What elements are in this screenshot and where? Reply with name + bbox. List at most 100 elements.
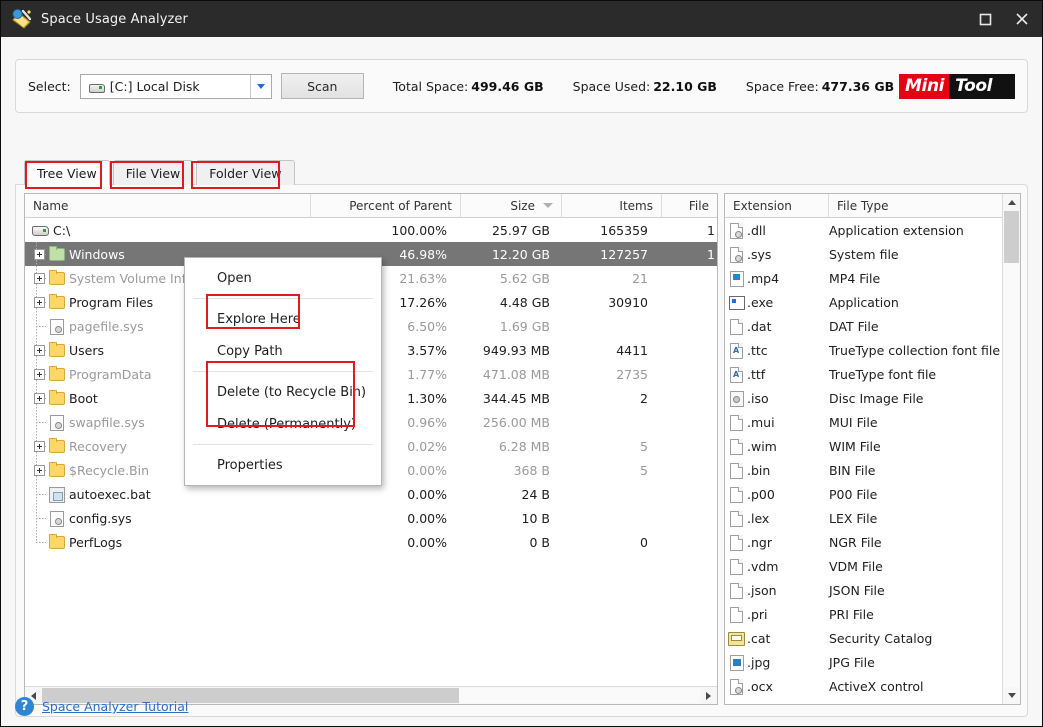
tree-row-items-cell: 5	[640, 438, 648, 454]
scan-button[interactable]: Scan	[280, 73, 364, 99]
folder-icon	[47, 530, 65, 554]
tree-indent	[31, 266, 47, 290]
list-item[interactable]: .mui MUI File	[725, 410, 1003, 434]
minitool-logo: Mini Tool	[899, 73, 1015, 99]
total-space-label: Total Space:	[392, 78, 469, 94]
expand-icon[interactable]	[33, 368, 45, 380]
tree-row-label: Windows	[69, 246, 125, 262]
tree-row-size-cell: 949.93 MB	[482, 342, 550, 358]
tree-indent	[31, 314, 47, 338]
column-header-items[interactable]: Items	[562, 194, 662, 217]
table-row[interactable]: PerfLogs 0.00% 0 B 0	[25, 530, 717, 554]
font-file-icon	[725, 362, 747, 386]
list-item[interactable]: .jpg JPG File	[725, 650, 1003, 674]
tree-row-label: ProgramData	[69, 366, 152, 382]
column-header-percent-of-parent[interactable]: Percent of Parent	[311, 194, 461, 217]
tree-row-size-cell: 344.45 MB	[482, 390, 550, 406]
system-file-icon	[725, 242, 747, 266]
column-header-name[interactable]: Name	[25, 194, 311, 217]
list-item[interactable]: .ocx ActiveX control	[725, 674, 1003, 698]
context-menu-item-open[interactable]: Open	[185, 262, 381, 294]
column-header-file[interactable]: File	[662, 194, 717, 217]
extension-label: .sys	[747, 246, 772, 262]
tree-row-name-cell: C:\	[25, 218, 311, 242]
column-header-file-type[interactable]: File Type	[829, 194, 1003, 217]
extension-vertical-scrollbar[interactable]	[1002, 194, 1020, 704]
list-item[interactable]: .pri PRI File	[725, 602, 1003, 626]
tab-tree-view[interactable]: Tree View	[24, 160, 110, 185]
list-item[interactable]: .bin BIN File	[725, 458, 1003, 482]
maximize-button[interactable]	[968, 1, 1002, 37]
folder-icon	[47, 242, 65, 266]
column-header-extension[interactable]: Extension	[725, 194, 829, 217]
list-item[interactable]: .vdm VDM File	[725, 554, 1003, 578]
scroll-down-arrow-icon[interactable]	[1003, 687, 1020, 704]
file-type-label: System file	[829, 246, 899, 262]
help-icon[interactable]: ?	[15, 697, 34, 716]
expand-icon[interactable]	[33, 272, 45, 284]
drive-select-value: [C:] Local Disk	[109, 78, 200, 94]
context-menu-item-delete-permanently[interactable]: Delete (Permanently)	[185, 408, 381, 440]
space-analyzer-tutorial-link[interactable]: Space Analyzer Tutorial	[42, 699, 188, 714]
extension-vscroll-track[interactable]	[1004, 211, 1019, 687]
file-type-label: PRI File	[829, 606, 874, 622]
list-item[interactable]: .mp4 MP4 File	[725, 266, 1003, 290]
extension-label: .ttf	[747, 366, 766, 382]
extension-label: .json	[747, 582, 777, 598]
file-type-label: MP4 File	[829, 270, 881, 286]
expand-icon[interactable]	[33, 248, 45, 260]
list-item[interactable]: .iso Disc Image File	[725, 386, 1003, 410]
list-item[interactable]: .ttc TrueType collection font file	[725, 338, 1003, 362]
list-item[interactable]: .ttf TrueType font file	[725, 362, 1003, 386]
drive-icon	[31, 218, 49, 242]
context-menu-item-copy-path[interactable]: Copy Path	[185, 335, 381, 367]
list-item[interactable]: .p00 P00 File	[725, 482, 1003, 506]
list-item[interactable]: .exe Application	[725, 290, 1003, 314]
table-row[interactable]: config.sys 0.00% 10 B	[25, 506, 717, 530]
tree-row-label: pagefile.sys	[69, 318, 144, 334]
expand-icon[interactable]	[33, 392, 45, 404]
tab-file-view[interactable]: File View	[112, 160, 194, 185]
blank-document-icon	[725, 314, 747, 338]
list-item[interactable]: .dat DAT File	[725, 314, 1003, 338]
extension-label: .ngr	[747, 534, 772, 550]
extension-vscroll-thumb[interactable]	[1004, 211, 1019, 263]
file-type-label: Disc Image File	[829, 390, 924, 406]
context-menu-item-delete-to-recycle-bin[interactable]: Delete (to Recycle Bin)	[185, 376, 381, 408]
tree-indent	[31, 434, 47, 458]
list-item[interactable]: .ngr NGR File	[725, 530, 1003, 554]
list-item[interactable]: .cat Security Catalog	[725, 626, 1003, 650]
list-item[interactable]: .json JSON File	[725, 578, 1003, 602]
drive-select[interactable]: [C:] Local Disk	[79, 73, 272, 99]
expand-icon[interactable]	[33, 344, 45, 356]
extension-label: .pri	[747, 606, 768, 622]
expand-icon[interactable]	[33, 464, 45, 476]
tab-folder-view[interactable]: Folder View	[196, 160, 295, 185]
total-space-value: 499.46 GB	[471, 78, 544, 94]
tree-row-name-cell: config.sys	[25, 506, 311, 530]
context-menu-item-properties[interactable]: Properties	[185, 449, 381, 481]
list-item[interactable]: .wim WIM File	[725, 434, 1003, 458]
list-item[interactable]: .dll Application extension	[725, 218, 1003, 242]
tree-row-size-cell: 6.28 MB	[498, 438, 550, 454]
file-type-label: VDM File	[829, 558, 883, 574]
list-item[interactable]: .sys System file	[725, 242, 1003, 266]
scroll-right-arrow-icon[interactable]	[700, 687, 717, 704]
expand-icon[interactable]	[33, 296, 45, 308]
tree-row-label: Users	[69, 342, 105, 358]
extension-label: .wim	[747, 438, 777, 454]
extension-label: .jpg	[747, 654, 771, 670]
tree-indent	[31, 386, 47, 410]
extension-label: .dll	[747, 222, 766, 238]
close-button[interactable]	[1002, 1, 1042, 37]
list-item[interactable]: .lex LEX File	[725, 506, 1003, 530]
chevron-down-icon[interactable]	[249, 74, 271, 98]
table-row[interactable]: C:\ 100.00% 25.97 GB 165359 1	[25, 218, 717, 242]
extension-column-headers: Extension File Type	[725, 194, 1020, 218]
tree-indent	[31, 338, 47, 362]
blank-document-icon	[725, 506, 747, 530]
expand-icon[interactable]	[33, 440, 45, 452]
scroll-up-arrow-icon[interactable]	[1003, 194, 1020, 211]
column-header-size[interactable]: Size	[461, 194, 562, 217]
context-menu-item-explore-here[interactable]: Explore Here	[185, 303, 381, 335]
